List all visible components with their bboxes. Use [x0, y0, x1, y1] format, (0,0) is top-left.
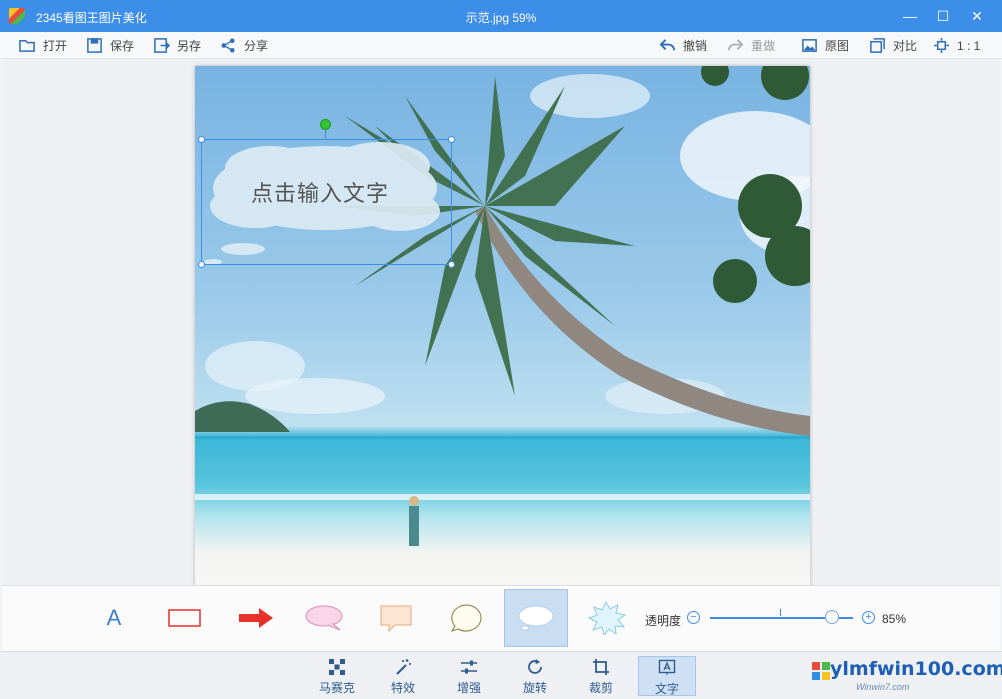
mosaic-icon: [329, 659, 345, 675]
open-label: 打开: [43, 39, 68, 53]
arrow-right-icon: [239, 608, 273, 628]
document-title: 示范.jpg 59%: [465, 11, 537, 25]
style-cloud-bubble[interactable]: [504, 589, 568, 647]
text-style-panel: A 透明度 − + 85%: [2, 585, 1000, 651]
opacity-label: 透明度: [645, 614, 682, 628]
compare-label: 对比: [893, 39, 918, 53]
tool-enhance-label: 增强: [456, 681, 481, 695]
undo-label: 撤销: [683, 39, 708, 53]
burst-bubble-icon: [587, 601, 627, 635]
redo-icon: [727, 39, 744, 51]
tool-crop[interactable]: 裁剪: [572, 656, 630, 696]
watermark-subtext: Winwin7.com: [856, 682, 910, 692]
undo-icon: [659, 39, 676, 51]
save-as-icon: [154, 38, 170, 53]
resize-handle-top-right[interactable]: [448, 136, 455, 143]
resize-handle-bottom-right[interactable]: [448, 261, 455, 268]
rectangle-icon: [168, 609, 201, 627]
style-plain-text[interactable]: A: [82, 589, 146, 647]
site-watermark: ylmfwin100.com Winwin7.com: [812, 652, 1002, 699]
tool-mosaic[interactable]: 马赛克: [308, 656, 366, 696]
resize-handle-bottom-left[interactable]: [198, 261, 205, 268]
share-label: 分享: [244, 39, 269, 53]
tool-text[interactable]: 文字: [638, 656, 696, 696]
style-rect-bubble[interactable]: [364, 589, 428, 647]
style-round-bubble[interactable]: [434, 589, 498, 647]
style-rectangle[interactable]: [153, 589, 217, 647]
opacity-increase-button[interactable]: +: [862, 611, 875, 624]
image-canvas[interactable]: 点击输入文字: [2, 59, 1000, 646]
rect-speech-bubble-icon: [380, 605, 412, 632]
redo-label: 重做: [751, 39, 776, 53]
maximize-button[interactable]: ☐: [930, 4, 956, 28]
undo-button[interactable]: 撤销: [659, 36, 707, 55]
bubble-text-input[interactable]: 点击输入文字: [251, 176, 389, 208]
opacity-slider-knob[interactable]: [824, 610, 839, 624]
opacity-decrease-button[interactable]: −: [687, 611, 700, 624]
tool-effects-label: 特效: [390, 681, 415, 695]
watermark-text: ylmfwin100.com: [830, 658, 1002, 680]
main-toolbar: 打开 保存 另存 分享 撤销 重做 原图 对比 1 : 1: [0, 32, 1002, 59]
compare-icon: [870, 38, 885, 53]
photo: 点击输入文字: [195, 66, 810, 646]
compare-button[interactable]: 对比: [869, 36, 917, 55]
save-button[interactable]: 保存: [86, 36, 134, 55]
actual-size-button[interactable]: 1 : 1: [933, 36, 980, 55]
rotate-handle[interactable]: [320, 119, 331, 130]
tool-enhance[interactable]: 增强: [440, 656, 498, 696]
style-burst-bubble[interactable]: [574, 589, 638, 647]
redo-button[interactable]: 重做: [727, 36, 775, 55]
folder-open-icon: [19, 40, 35, 52]
image-icon: [802, 39, 817, 52]
close-button[interactable]: ✕: [964, 4, 990, 28]
original-image-label: 原图: [825, 39, 850, 53]
save-icon: [87, 38, 102, 53]
minimize-button[interactable]: —: [897, 4, 923, 28]
text-icon: [658, 659, 676, 676]
tool-rotate-label: 旋转: [522, 681, 547, 695]
tool-effects[interactable]: 特效: [374, 656, 432, 696]
rotate-icon: [528, 659, 542, 674]
original-image-button[interactable]: 原图: [801, 36, 849, 55]
open-button[interactable]: 打开: [19, 36, 67, 55]
watermark-logo-icon: [812, 662, 830, 680]
style-oval-bubble[interactable]: [292, 589, 356, 647]
title-bar: 2345看图王图片美化 示范.jpg 59% — ☐ ✕: [0, 0, 1002, 32]
cloud-bubble-icon: [518, 605, 554, 631]
text-style-icon: A: [106, 605, 122, 630]
opacity-value: 85%: [882, 612, 907, 626]
tool-mosaic-label: 马赛克: [318, 681, 355, 695]
save-as-label: 另存: [177, 39, 202, 53]
opacity-slider-tick: [780, 609, 781, 616]
crop-icon: [593, 659, 609, 675]
save-as-button[interactable]: 另存: [153, 36, 201, 55]
share-button[interactable]: 分享: [220, 36, 268, 55]
share-icon: [221, 38, 235, 53]
oval-speech-bubble-icon: [305, 605, 343, 631]
resize-handle-top-left[interactable]: [198, 136, 205, 143]
save-label: 保存: [110, 39, 135, 53]
tool-text-label: 文字: [654, 682, 679, 696]
magic-wand-icon: [396, 659, 411, 675]
style-arrow[interactable]: [224, 589, 288, 647]
fit-size-icon: [933, 37, 950, 54]
tool-crop-label: 裁剪: [588, 681, 613, 695]
round-speech-bubble-icon: [450, 604, 482, 632]
sliders-icon: [461, 660, 477, 674]
tool-rotate[interactable]: 旋转: [506, 656, 564, 696]
actual-size-label: 1 : 1: [957, 38, 981, 53]
